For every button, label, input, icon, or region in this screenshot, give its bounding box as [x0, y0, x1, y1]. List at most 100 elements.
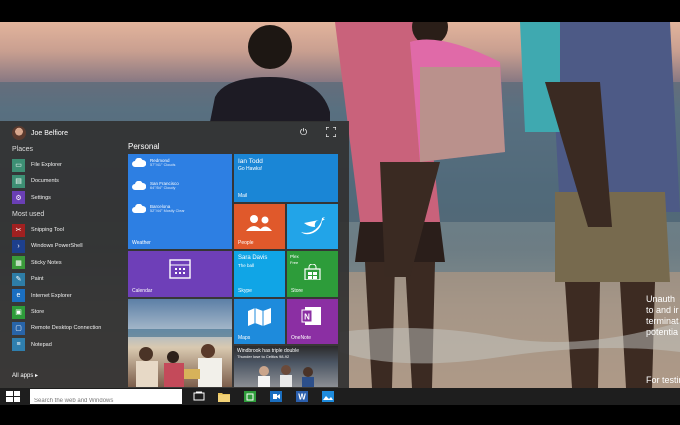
- windows-logo-pane: [13, 391, 20, 396]
- skype-tile-name: Skype: [238, 288, 252, 294]
- start-list-item-label: Settings: [31, 194, 51, 201]
- most-used-heading: Most used: [12, 211, 45, 218]
- start-list-item-label: Paint: [31, 276, 44, 283]
- people-tile[interactable]: People: [234, 204, 285, 249]
- start-list-item[interactable]: ▣ Store: [12, 305, 122, 319]
- store-tile[interactable]: Plex Free Store: [287, 251, 338, 297]
- maps-tile-name: Maps: [238, 335, 251, 341]
- search-input[interactable]: [30, 393, 182, 409]
- mail-subject: Go Hawks!: [238, 166, 263, 172]
- start-button[interactable]: [6, 391, 20, 402]
- weather-row: Barcelona 52°/44° Mostly Clear: [132, 204, 185, 213]
- maps-tile[interactable]: Maps: [234, 299, 285, 344]
- remote-desktop-icon: ▢: [12, 321, 25, 335]
- photo-image: [128, 329, 232, 387]
- calendar-tile-name: Calendar: [132, 288, 153, 294]
- task-view-icon[interactable]: [193, 391, 205, 402]
- weather-row-text: Redmond 57°/41° Clouds: [150, 158, 175, 167]
- people-tile-name: People: [238, 240, 254, 246]
- user-account[interactable]: Joe Belfiore: [12, 125, 68, 141]
- weather-desc: 52°/44° Mostly Clear: [150, 209, 185, 213]
- start-list-item-label: Windows PowerShell: [31, 243, 83, 250]
- weather-tile-name: Weather: [132, 240, 151, 246]
- start-list-item-label: Store: [31, 309, 45, 315]
- store-caption: Plex: [290, 254, 299, 259]
- svg-text:N: N: [304, 313, 310, 322]
- start-list-item[interactable]: ▤ Documents: [12, 174, 122, 188]
- weather-tile[interactable]: Redmond 57°/41° Clouds San Francisco 64°/54…: [128, 154, 232, 249]
- word-taskbar-icon[interactable]: W: [296, 391, 308, 402]
- power-icon[interactable]: ⏻: [300, 127, 307, 138]
- map-icon: [248, 308, 271, 326]
- skype-tile[interactable]: Sara Davis The ball Skype: [234, 251, 285, 297]
- start-list-item-label: Snipping Tool: [31, 227, 64, 233]
- store-icon: ▣: [12, 305, 25, 319]
- start-list-item[interactable]: ✂ Snipping Tool: [12, 223, 122, 237]
- watermark-line: potentia: [646, 327, 679, 337]
- folder-icon: ▭: [12, 158, 25, 172]
- store-tile-name: Store: [291, 288, 303, 294]
- mail-from: Ian Todd: [238, 158, 263, 165]
- onenote-icon: N: [301, 307, 321, 325]
- personal-group-label: Personal: [128, 142, 160, 151]
- cloud-icon: [132, 204, 146, 213]
- start-list-item[interactable]: ⚙ Settings: [12, 191, 122, 205]
- start-list-item[interactable]: ▦ Sticky Notes: [12, 256, 122, 270]
- store-bag-icon: [304, 264, 321, 280]
- start-list-item[interactable]: ▢ Remote Desktop Connection: [12, 321, 122, 335]
- cloud-icon: [132, 181, 146, 190]
- photos-taskbar-icon[interactable]: [322, 391, 334, 402]
- weather-desc: 57°/41° Clouds: [150, 163, 176, 167]
- expand-icon[interactable]: [325, 126, 337, 139]
- svg-text:W: W: [298, 393, 306, 402]
- watermark-line: to and ir: [646, 305, 679, 315]
- start-list-item-label: File Explorer: [31, 162, 62, 168]
- news-sub: Thunder lose to Celtics 98-92: [237, 354, 290, 359]
- sticky-notes-icon: ▦: [12, 256, 25, 270]
- start-menu: Joe Belfiore Places ▭ File Explorer ▤ Docum…: [0, 121, 349, 388]
- skype-message: The ball: [238, 263, 255, 268]
- user-name: Joe Belfiore: [31, 129, 68, 137]
- paint-icon: ✎: [12, 272, 25, 286]
- notepad-icon: ≡: [12, 338, 25, 352]
- start-list-item-label: Remote Desktop Connection: [31, 325, 102, 332]
- twitter-tile[interactable]: [287, 204, 338, 249]
- search-box[interactable]: [30, 389, 182, 409]
- documents-icon: ▤: [12, 174, 25, 188]
- weather-row-text: Barcelona 52°/44° Mostly Clear: [150, 204, 185, 213]
- weather-row-text: San Francisco 64°/54° Cloudy: [150, 181, 179, 190]
- file-explorer-taskbar-icon[interactable]: [218, 391, 230, 402]
- start-list-item-label: Documents: [31, 178, 59, 185]
- start-list-item[interactable]: ✎ Paint: [12, 272, 122, 286]
- start-list-item[interactable]: ▭ File Explorer: [12, 158, 122, 172]
- windows-logo-pane: [6, 397, 13, 402]
- places-heading: Places: [12, 146, 34, 153]
- start-list-item[interactable]: › Windows PowerShell: [12, 239, 122, 253]
- mail-tile[interactable]: Ian Todd Go Hawks! Mail: [234, 154, 338, 202]
- store-taskbar-icon[interactable]: [244, 391, 256, 402]
- onenote-tile-name: OneNote: [291, 335, 312, 341]
- internet-explorer-icon: e: [12, 289, 25, 303]
- onenote-tile[interactable]: N OneNote: [287, 299, 338, 344]
- photos-tile[interactable]: [128, 299, 232, 387]
- news-tile[interactable]: Windbrook has triple double Thunder lose…: [234, 346, 338, 387]
- watermark-line: Unauth: [646, 294, 676, 304]
- weather-row: Redmond 57°/41° Clouds: [132, 158, 175, 167]
- video-taskbar-icon[interactable]: [270, 391, 282, 402]
- powershell-icon: ›: [12, 239, 25, 253]
- start-left-column: Joe Belfiore Places ▭ File Explorer ▤ Docum…: [0, 121, 122, 388]
- weather-desc: 64°/54° Cloudy: [150, 186, 176, 190]
- start-list-item[interactable]: e Internet Explorer: [12, 289, 122, 303]
- calendar-tile[interactable]: Calendar: [128, 251, 232, 297]
- mail-tile-name: Mail: [238, 193, 248, 199]
- start-list-item-label: Notepad: [31, 341, 52, 348]
- gear-icon: ⚙: [12, 191, 25, 205]
- scissors-icon: ✂: [12, 223, 25, 237]
- twitter-bird-icon: [301, 217, 325, 235]
- all-apps-button[interactable]: All apps ▸: [12, 372, 38, 379]
- watermark-line: terminat: [646, 316, 679, 326]
- calendar-icon: [169, 259, 191, 279]
- start-list-item[interactable]: ≡ Notepad: [12, 338, 122, 352]
- weather-row: San Francisco 64°/54° Cloudy: [132, 181, 179, 190]
- windows-logo-pane: [13, 397, 20, 402]
